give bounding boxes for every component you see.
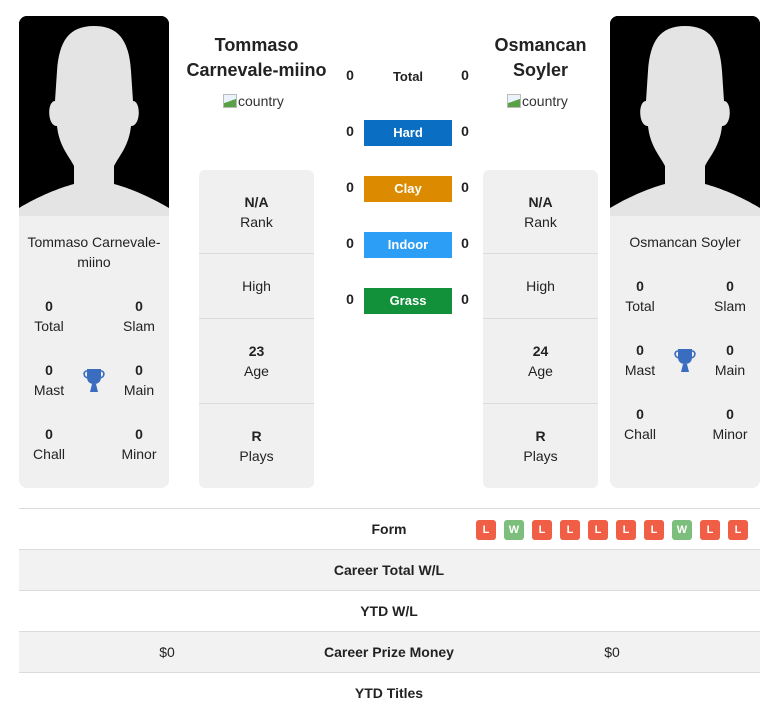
plays-row: R Plays bbox=[523, 428, 558, 464]
surface-grass-p2: 0 bbox=[461, 291, 469, 307]
surface-hard-badge: Hard bbox=[364, 120, 452, 146]
player-silhouette-icon bbox=[610, 16, 760, 216]
form-loss-badge[interactable]: L bbox=[728, 520, 748, 540]
titles-main: 0 Main bbox=[714, 342, 746, 378]
surface-indoor-badge: Indoor bbox=[364, 232, 452, 258]
trophy-icon bbox=[83, 369, 105, 392]
form-win-badge[interactable]: W bbox=[504, 520, 524, 540]
form-loss-badge[interactable]: L bbox=[588, 520, 608, 540]
titles-total: 0 Total bbox=[625, 278, 655, 314]
ytd-titles-label: YTD Titles bbox=[354, 685, 424, 701]
rank-row: N/A Rank bbox=[483, 170, 598, 254]
player1-country-flag: country bbox=[223, 93, 284, 109]
player2-name-small: Osmancan Soyler bbox=[629, 234, 741, 250]
titles-minor: 0 Minor bbox=[121, 426, 157, 462]
age-row: 23 Age bbox=[199, 319, 314, 404]
form-row: Form LWLLLLLWLL bbox=[19, 508, 760, 549]
surface-total-label: Total bbox=[392, 69, 424, 84]
rank-row: N/A Rank bbox=[199, 170, 314, 254]
form-win-badge[interactable]: W bbox=[672, 520, 692, 540]
player2-name[interactable]: Osmancan Soyler bbox=[480, 33, 601, 83]
form-badges: LWLLLLLWLL bbox=[476, 520, 748, 540]
surface-total-p2: 0 bbox=[461, 67, 469, 83]
surface-hard-p2: 0 bbox=[461, 123, 469, 139]
form-loss-badge[interactable]: L bbox=[476, 520, 496, 540]
player2-country-flag: country bbox=[507, 93, 568, 109]
titles-minor: 0 Minor bbox=[712, 406, 748, 442]
surface-grass-badge: Grass bbox=[364, 288, 452, 314]
career-wl-row: Career Total W/L bbox=[19, 549, 760, 590]
titles-mast: 0 Mast bbox=[624, 342, 656, 378]
player2-rank-card: N/A Rank High 24 Age R Plays bbox=[483, 170, 598, 488]
player-silhouette-icon bbox=[19, 16, 169, 216]
player1-rank-card: N/A Rank High 23 Age R Plays bbox=[199, 170, 314, 488]
high-row: High bbox=[199, 254, 314, 319]
surface-total-p1: 0 bbox=[346, 67, 354, 83]
titles-slam: 0 Slam bbox=[123, 298, 155, 334]
surface-clay-p2: 0 bbox=[461, 179, 469, 195]
form-label: Form bbox=[371, 521, 407, 537]
titles-chall: 0 Chall bbox=[624, 406, 656, 442]
surface-grass-p1: 0 bbox=[346, 291, 354, 307]
player1-prize-money: $0 bbox=[159, 644, 175, 660]
high-row: High bbox=[483, 254, 598, 319]
titles-main: 0 Main bbox=[123, 362, 155, 398]
player1-card: Tommaso Carnevale- miino 0 Total 0 Slam 0M… bbox=[19, 16, 169, 488]
age-row: 24 Age bbox=[483, 319, 598, 404]
titles-slam: 0 Slam bbox=[714, 278, 746, 314]
form-loss-badge[interactable]: L bbox=[700, 520, 720, 540]
player1-name-small: Tommaso Carnevale- miino bbox=[27, 234, 161, 270]
player2-photo bbox=[610, 16, 760, 216]
prize-money-label: Career Prize Money bbox=[324, 644, 454, 660]
ytd-wl-row: YTD W/L bbox=[19, 590, 760, 631]
ytd-wl-label: YTD W/L bbox=[360, 603, 418, 619]
ytd-titles-row: YTD Titles bbox=[19, 672, 760, 713]
player1-name[interactable]: Tommaso Carnevale-miino bbox=[180, 33, 333, 83]
titles-total: 0 Total bbox=[34, 298, 64, 334]
trophy-icon bbox=[674, 349, 696, 372]
broken-image-icon bbox=[507, 94, 521, 108]
broken-image-icon bbox=[223, 94, 237, 108]
form-loss-badge[interactable]: L bbox=[532, 520, 552, 540]
player2-prize-money: $0 bbox=[604, 644, 620, 660]
surface-indoor-p2: 0 bbox=[461, 235, 469, 251]
player1-photo bbox=[19, 16, 169, 216]
titles-mast: 0 Mast bbox=[33, 362, 65, 398]
form-loss-badge[interactable]: L bbox=[644, 520, 664, 540]
form-loss-badge[interactable]: L bbox=[560, 520, 580, 540]
prize-money-row: $0 Career Prize Money $0 bbox=[19, 631, 760, 672]
surface-clay-p1: 0 bbox=[346, 179, 354, 195]
plays-row: R Plays bbox=[239, 428, 274, 464]
surface-hard-p1: 0 bbox=[346, 123, 354, 139]
form-loss-badge[interactable]: L bbox=[616, 520, 636, 540]
player2-card: Osmancan Soyler 0 Total 0 Slam 0 Mast 0 Main… bbox=[610, 16, 760, 488]
titles-chall: 0 Chall bbox=[33, 426, 65, 462]
career-wl-label: Career Total W/L bbox=[333, 562, 445, 578]
surface-indoor-p1: 0 bbox=[346, 235, 354, 251]
surface-clay-badge: Clay bbox=[364, 176, 452, 202]
